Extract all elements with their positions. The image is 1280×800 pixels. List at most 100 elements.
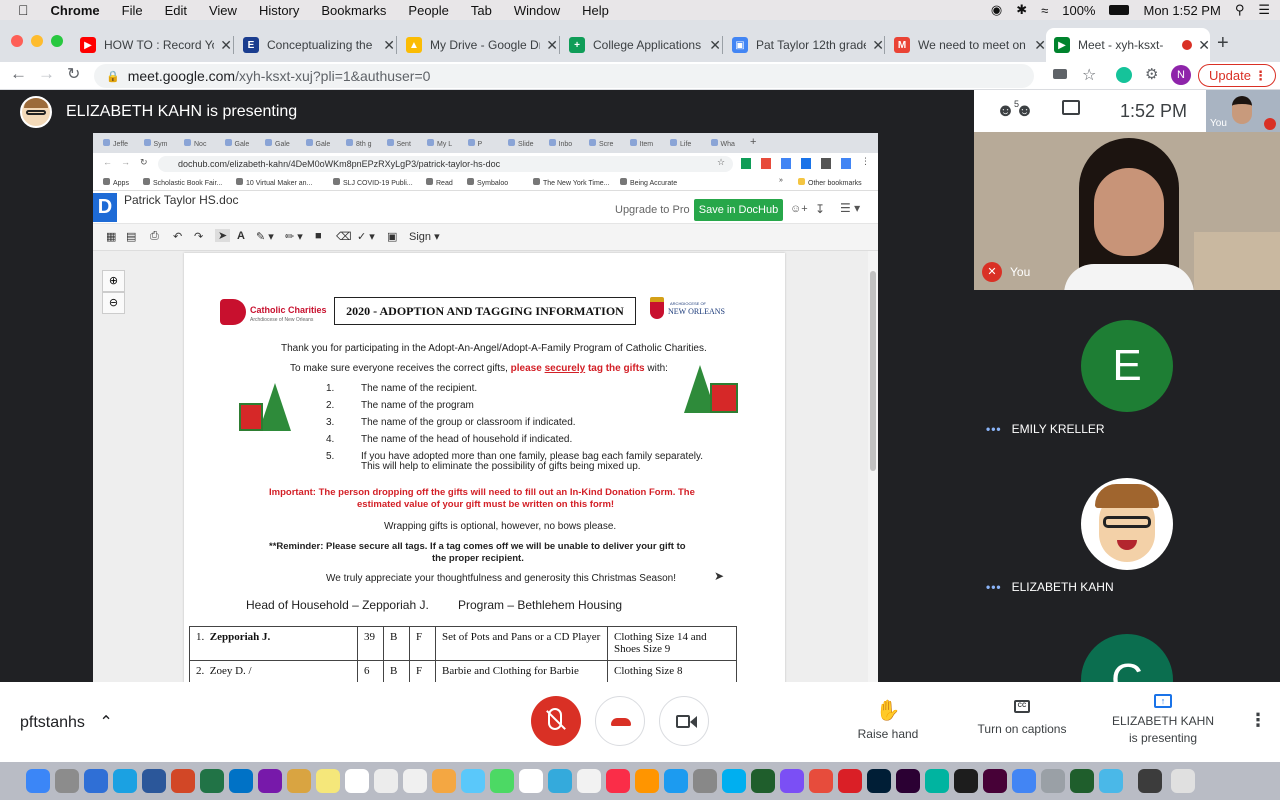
- dock-app-icon[interactable]: [461, 769, 485, 793]
- dock-app-icon[interactable]: [1070, 769, 1094, 793]
- dock-app-icon[interactable]: [490, 769, 514, 793]
- more-options-icon[interactable]: ⋮: [1249, 710, 1267, 731]
- dock-app-icon[interactable]: [954, 769, 978, 793]
- dock-app-icon[interactable]: [200, 769, 224, 793]
- self-thumbnail[interactable]: You: [1206, 90, 1280, 132]
- dock-app-icon[interactable]: [1099, 769, 1123, 793]
- dock-app-icon[interactable]: [867, 769, 891, 793]
- dock-app-icon[interactable]: [983, 769, 1007, 793]
- captions-button[interactable]: CC Turn on captions: [970, 700, 1074, 736]
- battery-percent[interactable]: 100%: [1062, 3, 1095, 18]
- tab-close-icon[interactable]: ✕: [872, 37, 884, 54]
- camera-toggle-button[interactable]: [659, 696, 709, 746]
- dock-app-icon[interactable]: [577, 769, 601, 793]
- dock-app-icon[interactable]: [113, 769, 137, 793]
- self-video-tile[interactable]: ✕ You: [974, 132, 1280, 290]
- tab-close-icon[interactable]: ✕: [546, 37, 558, 54]
- dock-app-icon[interactable]: [751, 769, 775, 793]
- forward-arrow-icon[interactable]: →: [38, 64, 55, 84]
- browser-tab-4[interactable]: + College Applications ✕: [561, 28, 721, 62]
- apple-menu-icon[interactable]: : [18, 2, 29, 18]
- browser-tab-1[interactable]: ▶ HOW TO : Record Yo ✕: [72, 28, 232, 62]
- dock-app-icon[interactable]: [925, 769, 949, 793]
- dock-app-icon[interactable]: [258, 769, 282, 793]
- dock-app-icon[interactable]: [55, 769, 79, 793]
- reload-icon[interactable]: ↻: [67, 64, 80, 84]
- window-close-button[interactable]: [11, 35, 23, 47]
- dock-app-icon[interactable]: [403, 769, 427, 793]
- dock-app-icon[interactable]: [519, 769, 543, 793]
- update-button[interactable]: Update ⋮: [1198, 64, 1276, 87]
- dock-app-icon[interactable]: [316, 769, 340, 793]
- dock-app-icon[interactable]: [664, 769, 688, 793]
- leave-call-button[interactable]: [595, 696, 645, 746]
- new-tab-button[interactable]: +: [1217, 32, 1229, 55]
- menu-edit[interactable]: Edit: [165, 3, 187, 18]
- dock-app-icon[interactable]: [606, 769, 630, 793]
- tab-close-icon[interactable]: ✕: [383, 37, 395, 54]
- dock-app-icon[interactable]: [287, 769, 311, 793]
- dock-app-icon[interactable]: [432, 769, 456, 793]
- browser-tab-3[interactable]: ▲ My Drive - Google Dr ✕: [398, 28, 558, 62]
- camera-in-use-icon[interactable]: [1053, 69, 1067, 79]
- window-minimize-button[interactable]: [31, 35, 43, 47]
- tab-close-icon[interactable]: ✕: [1034, 37, 1046, 54]
- spotlight-search-icon[interactable]: ⚲: [1235, 2, 1245, 18]
- chat-icon[interactable]: [1062, 100, 1080, 115]
- wifi-icon[interactable]: ≈: [1041, 3, 1048, 18]
- browser-tab-7[interactable]: ▶ Meet - xyh-ksxt- ✕: [1046, 28, 1210, 62]
- browser-tab-2[interactable]: E Conceptualizing the ✕: [235, 28, 395, 62]
- address-bar[interactable]: 🔒 meet.google.com /xyh-ksxt-xuj?pli=1&au…: [94, 64, 1034, 88]
- grammarly-extension-icon[interactable]: [1116, 67, 1132, 83]
- menu-app-name[interactable]: Chrome: [51, 3, 100, 18]
- microphone-toggle-button[interactable]: [531, 696, 581, 746]
- dock-app-icon[interactable]: [780, 769, 804, 793]
- dock-app-icon[interactable]: [142, 769, 166, 793]
- presenting-status-button[interactable]: ↑ ELIZABETH KAHN is presenting: [1108, 694, 1218, 745]
- notification-center-icon[interactable]: ☰: [1258, 2, 1270, 18]
- bluetooth-icon[interactable]: ✱: [1016, 2, 1027, 18]
- dock-app-icon[interactable]: [1138, 769, 1162, 793]
- window-zoom-button[interactable]: [51, 35, 63, 47]
- meeting-details-button[interactable]: pftstanhs ⌃: [20, 712, 113, 732]
- tab-close-icon[interactable]: ✕: [709, 37, 721, 54]
- tab-close-icon[interactable]: ✕: [1198, 37, 1210, 54]
- bookmark-label: Symbaloo: [477, 180, 509, 187]
- trash-icon[interactable]: [1171, 769, 1195, 793]
- menu-window[interactable]: Window: [514, 3, 560, 18]
- profile-avatar[interactable]: N: [1171, 65, 1191, 85]
- creative-cloud-icon[interactable]: ◉: [991, 2, 1002, 18]
- tab-close-icon[interactable]: ✕: [220, 37, 232, 54]
- browser-tab-6[interactable]: M We need to meet on ✕: [886, 28, 1046, 62]
- extensions-puzzle-icon[interactable]: ⚙: [1145, 65, 1158, 83]
- menu-clock[interactable]: Mon 1:52 PM: [1143, 3, 1220, 18]
- menu-bookmarks[interactable]: Bookmarks: [321, 3, 386, 18]
- dock-app-icon[interactable]: [809, 769, 833, 793]
- dock-app-icon[interactable]: [838, 769, 862, 793]
- battery-icon[interactable]: [1109, 5, 1130, 15]
- bookmark-star-icon[interactable]: ☆: [1082, 65, 1096, 85]
- dock-app-icon[interactable]: [896, 769, 920, 793]
- dock-app-icon[interactable]: [1012, 769, 1036, 793]
- dock-app-icon[interactable]: [229, 769, 253, 793]
- back-arrow-icon[interactable]: ←: [10, 64, 27, 84]
- dock-app-icon[interactable]: [722, 769, 746, 793]
- menu-file[interactable]: File: [122, 3, 143, 18]
- dock-app-icon[interactable]: [1041, 769, 1065, 793]
- dock-app-icon[interactable]: [548, 769, 572, 793]
- dock-app-icon[interactable]: [26, 769, 50, 793]
- menu-people[interactable]: People: [408, 3, 448, 18]
- dock-app-icon[interactable]: [345, 769, 369, 793]
- dock-app-icon[interactable]: [635, 769, 659, 793]
- raise-hand-button[interactable]: ✋ Raise hand: [850, 698, 926, 741]
- dock-app-icon[interactable]: [693, 769, 717, 793]
- dock-app-icon[interactable]: [171, 769, 195, 793]
- menu-help[interactable]: Help: [582, 3, 609, 18]
- bookmark-label: Apps: [113, 180, 129, 187]
- menu-view[interactable]: View: [209, 3, 237, 18]
- menu-tab[interactable]: Tab: [471, 3, 492, 18]
- menu-history[interactable]: History: [259, 3, 299, 18]
- dock-app-icon[interactable]: [84, 769, 108, 793]
- dock-app-icon[interactable]: [374, 769, 398, 793]
- browser-tab-5[interactable]: ▣ Pat Taylor 12th grade ✕: [724, 28, 884, 62]
